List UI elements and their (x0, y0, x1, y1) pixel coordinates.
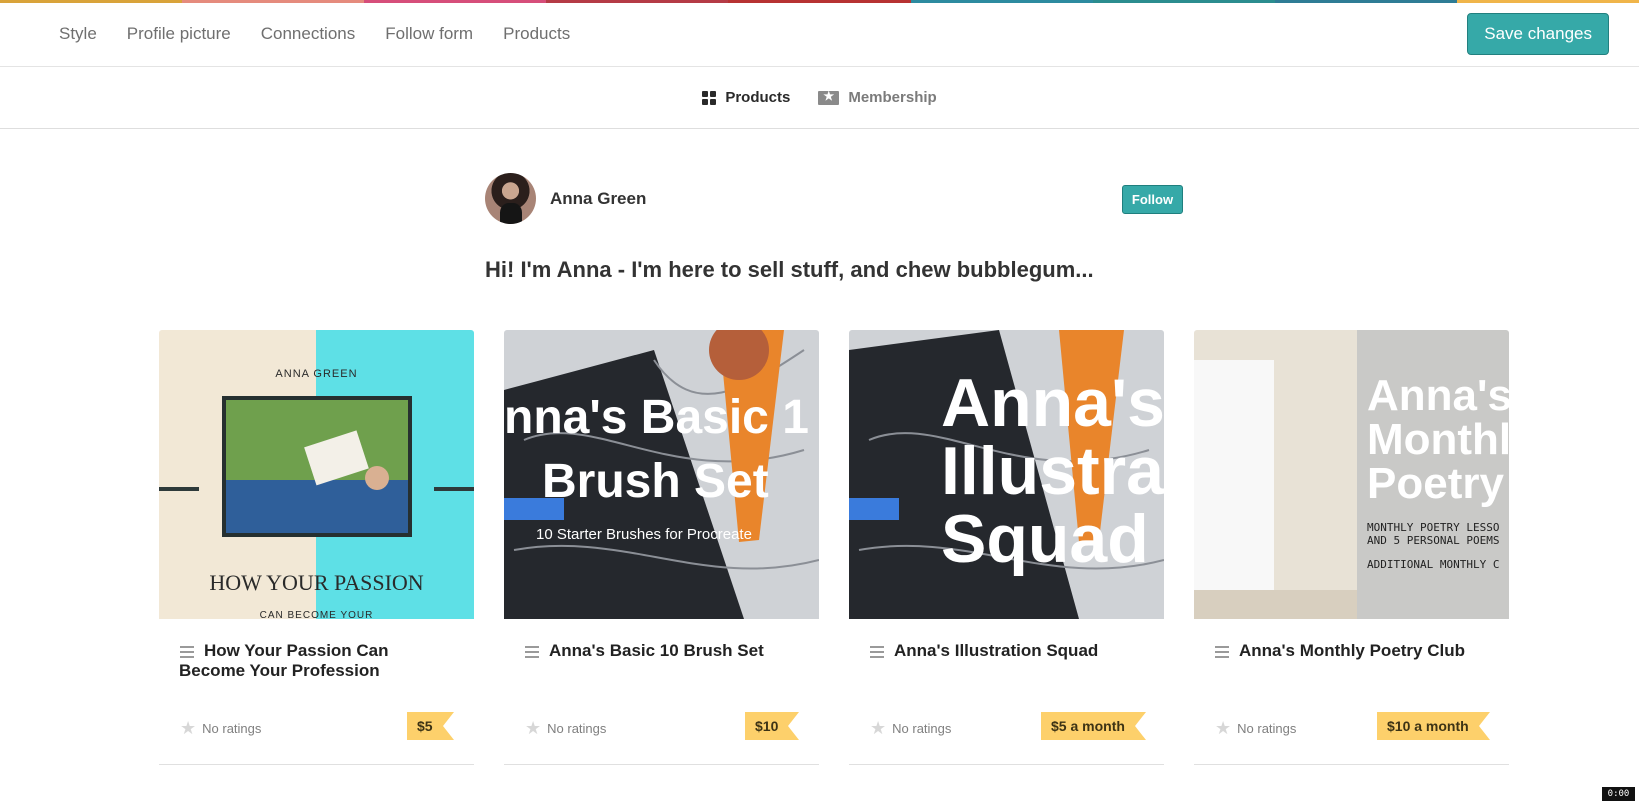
thumb-author: ANNA GREEN (275, 368, 358, 380)
product-card[interactable]: nna's Basic 1 Brush Set 10 Starter Brush… (504, 330, 819, 765)
product-rating: ★ No ratings (525, 718, 606, 739)
ticket-icon (818, 89, 840, 105)
star-icon: ★ (180, 718, 197, 738)
avatar (485, 173, 536, 224)
nav-connections[interactable]: Connections (246, 24, 371, 44)
thumb-subheading: CAN BECOME YOUR (259, 610, 374, 619)
thumb-title-line1: Anna's (1367, 371, 1509, 420)
product-title[interactable]: Anna's Monthly Poetry Club (1214, 641, 1494, 661)
product-thumbnail: Anna's Monthl Poetry MONTHLY POETRY LESS… (1194, 330, 1509, 619)
thumb-subtitle: 10 Starter Brushes for Procreate (536, 526, 752, 543)
product-info: Anna's Basic 10 Brush Set ★ No ratings $… (504, 619, 819, 765)
profile-tabs: Products Membership (0, 67, 1639, 129)
product-rating: ★ No ratings (180, 718, 261, 739)
price-tag: $10 a month (1377, 712, 1490, 740)
thumb-title-line3: Poetry (1367, 459, 1504, 508)
profile-name: Anna Green (550, 189, 647, 208)
grid-icon (702, 90, 717, 105)
price-tag: $5 (407, 712, 454, 740)
product-title[interactable]: Anna's Illustration Squad (869, 641, 1149, 661)
product-card[interactable]: Anna's Monthl Poetry MONTHLY POETRY LESS… (1194, 330, 1509, 765)
product-thumbnail: ANNA GREEN HOW YOUR PASSION CAN BECOME Y… (159, 330, 474, 619)
rating-label: No ratings (202, 721, 262, 736)
nav-follow-form[interactable]: Follow form (370, 24, 488, 44)
tab-membership[interactable]: Membership (818, 89, 937, 106)
nav-style[interactable]: Style (44, 24, 112, 44)
product-card[interactable]: ANNA GREEN HOW YOUR PASSION CAN BECOME Y… (159, 330, 474, 765)
tab-membership-label: Membership (848, 89, 937, 106)
thumb-heading: HOW YOUR PASSION (209, 570, 424, 595)
product-title[interactable]: Anna's Basic 10 Brush Set (524, 641, 804, 661)
product-thumbnail: Anna's Illustrat Squad (849, 330, 1164, 619)
price-tag: $5 a month (1041, 712, 1146, 740)
profile-bio: Hi! I'm Anna - I'm here to sell stuff, a… (485, 257, 1094, 282)
product-grid: ANNA GREEN HOW YOUR PASSION CAN BECOME Y… (159, 330, 1509, 765)
rating-label: No ratings (1237, 721, 1297, 736)
product-info: How Your Passion Can Become Your Profess… (159, 619, 474, 765)
thumb-title-line1: nna's Basic 1 (504, 391, 809, 444)
star-icon: ★ (525, 718, 542, 738)
thumb-subtitle-line1: MONTHLY POETRY LESSO (1367, 521, 1500, 534)
timer-readout: 0:00 (1602, 787, 1635, 801)
thumb-subtitle-line2: AND 5 PERSONAL POEMS (1367, 534, 1500, 547)
follow-button[interactable]: Follow (1122, 185, 1183, 214)
tab-products-label: Products (725, 89, 791, 106)
thumb-title-line3: Squad (941, 501, 1149, 577)
rating-label: No ratings (547, 721, 607, 736)
product-title[interactable]: How Your Passion Can Become Your Profess… (179, 641, 459, 681)
nav-products[interactable]: Products (488, 24, 585, 44)
nav-profile-picture[interactable]: Profile picture (112, 24, 246, 44)
tab-products[interactable]: Products (702, 89, 790, 106)
thumb-title-line2: Illustrat (941, 433, 1164, 509)
rating-label: No ratings (892, 721, 952, 736)
product-info: Anna's Illustration Squad ★ No ratings $… (849, 619, 1164, 765)
price-tag: $10 (745, 712, 800, 740)
product-card[interactable]: Anna's Illustrat Squad Anna's Illustrati… (849, 330, 1164, 765)
star-icon: ★ (870, 718, 887, 738)
thumb-subtitle-line3: ADDITIONAL MONTHLY C (1367, 558, 1500, 571)
thumb-title-line2: Brush Set (542, 455, 769, 508)
thumb-title-line2: Monthl (1367, 415, 1509, 464)
product-rating: ★ No ratings (870, 718, 951, 739)
thumb-title-line1: Anna's (941, 365, 1164, 441)
save-changes-button[interactable]: Save changes (1467, 13, 1609, 55)
star-icon: ★ (1215, 718, 1232, 738)
product-thumbnail: nna's Basic 1 Brush Set 10 Starter Brush… (504, 330, 819, 619)
settings-nav: Style Profile picture Connections Follow… (44, 3, 585, 65)
editor-topbar: Style Profile picture Connections Follow… (0, 3, 1639, 67)
product-info: Anna's Monthly Poetry Club ★ No ratings … (1194, 619, 1509, 765)
product-rating: ★ No ratings (1215, 718, 1296, 739)
